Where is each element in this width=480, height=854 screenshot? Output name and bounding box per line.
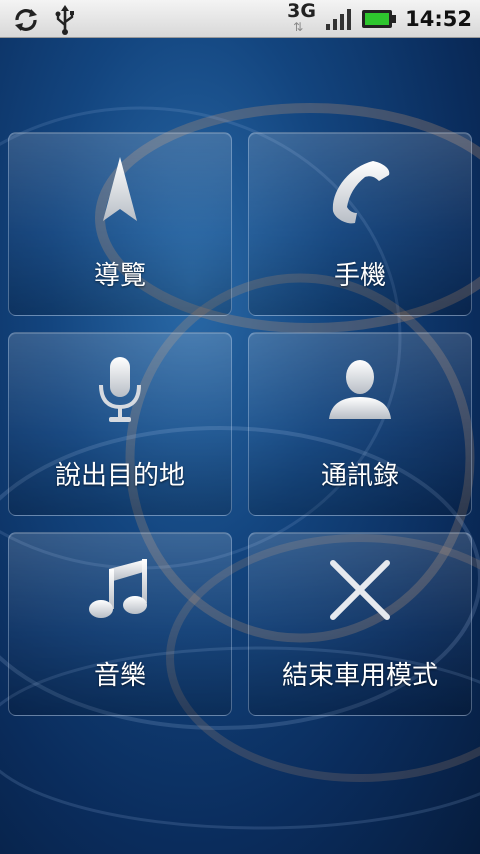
voice-destination-tile[interactable]: 說出目的地 xyxy=(8,332,232,516)
phone-icon xyxy=(332,161,390,224)
microphone-icon xyxy=(99,357,141,422)
data-activity-icon: ⇅ xyxy=(293,20,303,34)
navigation-tile[interactable]: 導覽 xyxy=(8,132,232,316)
music-note-icon xyxy=(89,559,147,618)
music-tile[interactable]: 音樂 xyxy=(8,532,232,716)
exit-car-mode-label: 結束車用模式 xyxy=(281,661,438,691)
sync-icon xyxy=(15,9,37,31)
clock: 14:52 xyxy=(405,7,472,31)
music-label: 音樂 xyxy=(93,661,146,691)
close-icon xyxy=(330,560,390,620)
exit-car-mode-tile[interactable]: 結束車用模式 xyxy=(248,532,472,716)
contacts-label: 通訊錄 xyxy=(320,461,399,491)
navigation-label: 導覽 xyxy=(93,261,146,291)
network-type: 3G xyxy=(287,0,316,22)
network-indicator: 3G ⇅ xyxy=(287,0,317,38)
usb-icon xyxy=(55,5,74,35)
contacts-icon xyxy=(329,360,391,419)
voice-destination-label: 說出目的地 xyxy=(54,461,185,491)
phone-tile[interactable]: 手機 xyxy=(248,132,472,316)
battery-icon xyxy=(362,10,397,28)
contacts-tile[interactable]: 通訊錄 xyxy=(248,332,472,516)
phone-label: 手機 xyxy=(333,261,386,291)
status-bar: 3G ⇅ 14:52 xyxy=(0,0,480,38)
signal-strength-icon xyxy=(326,9,352,30)
navigation-arrow-icon xyxy=(103,157,137,221)
